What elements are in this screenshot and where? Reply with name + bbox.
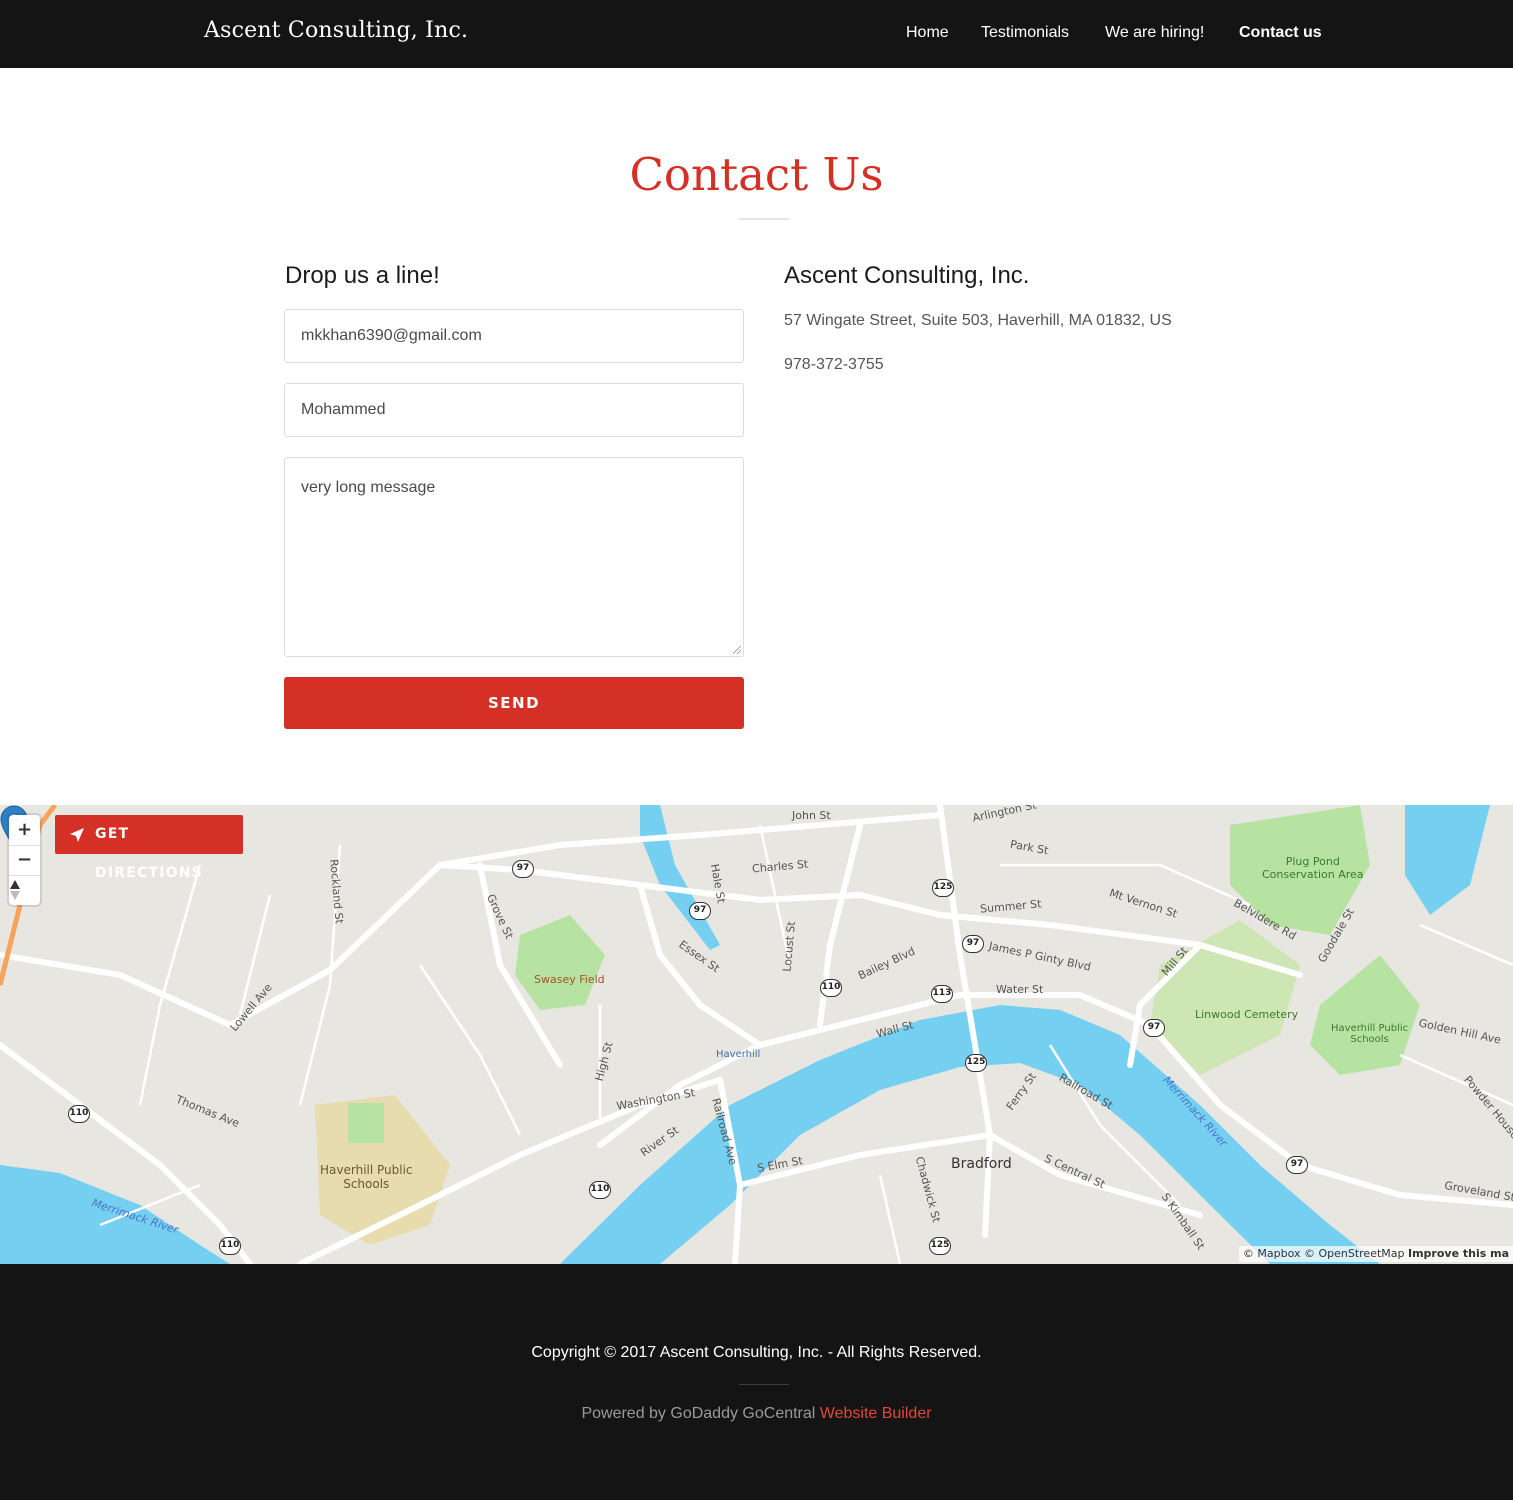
- route-shield: 97: [512, 860, 534, 878]
- company-heading: Ascent Consulting, Inc.: [784, 262, 1030, 289]
- name-field[interactable]: Mohammed: [284, 383, 744, 437]
- message-field[interactable]: very long message: [284, 457, 744, 657]
- compass-button[interactable]: [9, 875, 40, 905]
- map-attribution: © Mapbox © OpenStreetMap Improve this ma: [1238, 1246, 1513, 1262]
- route-shield: 97: [962, 935, 984, 953]
- email-field[interactable]: mkkhan6390@gmail.com: [284, 309, 744, 363]
- copyright-text: Copyright © 2017 Ascent Consulting, Inc.…: [531, 1344, 982, 1361]
- footer-divider: [739, 1384, 789, 1385]
- route-shield: 125: [929, 1237, 951, 1255]
- route-shield: 110: [219, 1237, 241, 1255]
- route-shield: 125: [932, 879, 954, 897]
- map-zoom-controls: + −: [9, 815, 40, 905]
- nav-home[interactable]: Home: [906, 24, 949, 42]
- map-label-schools-left: Haverhill Public Schools: [320, 1163, 413, 1191]
- title-divider: [739, 218, 789, 220]
- route-shield: 110: [589, 1181, 611, 1199]
- form-heading: Drop us a line!: [285, 262, 440, 289]
- send-button[interactable]: SEND: [284, 677, 744, 729]
- map-label-linwood: Linwood Cemetery: [1195, 1008, 1299, 1021]
- attribution-link[interactable]: © Mapbox © OpenStreetMap: [1243, 1247, 1405, 1260]
- company-phone[interactable]: 978-372-3755: [784, 356, 884, 374]
- powered-by-text: Powered by GoDaddy GoCentral: [581, 1405, 820, 1422]
- improve-map-link[interactable]: Improve this ma: [1408, 1247, 1509, 1260]
- website-builder-link[interactable]: Website Builder: [820, 1405, 932, 1422]
- nav-hiring[interactable]: We are hiring!: [1105, 24, 1204, 42]
- map-label-john-st: John St: [792, 809, 831, 822]
- route-shield: 110: [68, 1105, 90, 1123]
- route-shield: 97: [1286, 1156, 1308, 1174]
- site-header: Ascent Consulting, Inc. Home Testimonial…: [0, 0, 1513, 68]
- navigation-arrow-icon: [70, 828, 84, 842]
- map-label-bradford: Bradford: [951, 1156, 1012, 1172]
- page-title: Contact Us: [629, 148, 884, 201]
- map-label-water-st: Water St: [996, 983, 1044, 996]
- map-label-plug-pond: Plug Pond Conservation Area: [1262, 855, 1364, 881]
- map-label-haverhill-station: Haverhill: [716, 1049, 761, 1060]
- route-shield: 97: [689, 902, 711, 920]
- get-directions-label: GET DIRECTIONS: [95, 826, 203, 881]
- powered-by: Powered by GoDaddy GoCentral Website Bui…: [0, 1405, 1513, 1423]
- zoom-out-button[interactable]: −: [9, 845, 40, 875]
- company-address: 57 Wingate Street, Suite 503, Haverhill,…: [784, 312, 1172, 329]
- zoom-in-button[interactable]: +: [9, 815, 40, 845]
- resize-handle[interactable]: [733, 646, 741, 654]
- site-brand[interactable]: Ascent Consulting, Inc.: [204, 18, 468, 43]
- route-shield: 125: [965, 1054, 987, 1072]
- map-label-schools-right: Haverhill Public Schools: [1331, 1023, 1409, 1045]
- nav-contact[interactable]: Contact us: [1239, 24, 1322, 42]
- location-map[interactable]: Plug Pond Conservation Area Linwood Ceme…: [0, 805, 1513, 1264]
- route-shield: 97: [1143, 1019, 1165, 1037]
- compass-icon: [10, 880, 20, 900]
- map-label-swasey: Swasey Field: [534, 973, 605, 986]
- site-footer: Copyright © 2017 Ascent Consulting, Inc.…: [0, 1264, 1513, 1500]
- route-shield: 113: [931, 985, 953, 1003]
- route-shield: 110: [820, 979, 842, 997]
- message-text: very long message: [301, 479, 436, 496]
- nav-testimonials[interactable]: Testimonials: [981, 24, 1069, 42]
- get-directions-button[interactable]: GET DIRECTIONS: [55, 815, 243, 881]
